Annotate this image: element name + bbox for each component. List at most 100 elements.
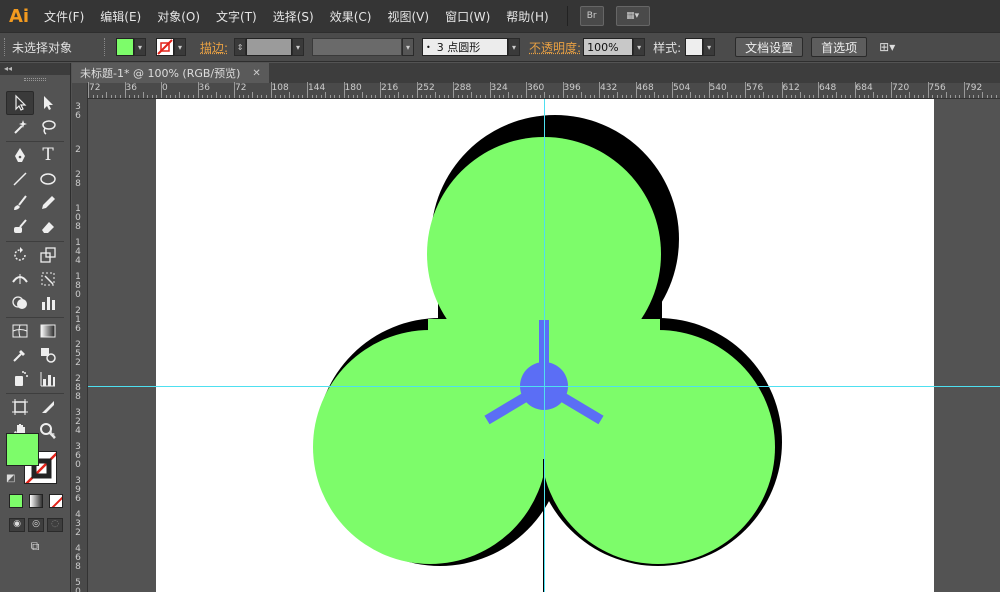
menu-object[interactable]: 对象(O)	[149, 8, 208, 25]
ruler-tick	[161, 82, 162, 98]
opacity-label[interactable]: 不透明度:	[529, 39, 581, 56]
selection-tool-icon[interactable]	[6, 91, 34, 115]
menu-view[interactable]: 视图(V)	[379, 8, 437, 25]
ruler-tick	[941, 95, 943, 98]
ruler-tick	[489, 82, 491, 98]
color-mode-button[interactable]	[9, 494, 23, 508]
gradient-tool-icon[interactable]	[34, 319, 62, 343]
free-transform-tool-icon[interactable]	[34, 267, 62, 291]
opacity-dropdown[interactable]: ▾	[633, 38, 646, 56]
profile-dropdown[interactable]: ▾	[402, 38, 415, 56]
stroke-swatch[interactable]	[156, 38, 174, 56]
document-tab[interactable]: 未标题-1* @ 100% (RGB/预览) ✕	[72, 63, 269, 83]
control-bar-grip[interactable]	[4, 38, 8, 56]
stroke-dropdown[interactable]: ▾	[174, 38, 186, 56]
pencil-tool-icon[interactable]	[34, 191, 62, 215]
blob-brush-tool-icon[interactable]	[6, 215, 34, 239]
ruler-tick	[608, 95, 610, 98]
pen-tool-icon[interactable]	[6, 143, 34, 167]
opacity-field[interactable]: 100%	[583, 38, 634, 56]
menu-help[interactable]: 帮助(H)	[498, 8, 556, 25]
align-options-icon[interactable]: ⊞▾	[879, 40, 895, 54]
symbol-sprayer-tool-icon[interactable]	[6, 367, 34, 391]
blend-tool-icon[interactable]	[34, 343, 62, 367]
menu-file[interactable]: 文件(F)	[36, 8, 92, 25]
scale-tool-icon[interactable]	[34, 243, 62, 267]
ruler-tick	[147, 95, 149, 98]
menu-effect[interactable]: 效果(C)	[322, 8, 380, 25]
ruler-tick	[585, 95, 587, 98]
brush-dropdown[interactable]: ▾	[508, 38, 521, 56]
ruler-tick	[922, 95, 924, 98]
variable-width-profile[interactable]	[312, 38, 403, 56]
ruler-tick	[913, 95, 915, 98]
paintbrush-tool-icon[interactable]	[6, 191, 34, 215]
menu-edit[interactable]: 编辑(E)	[92, 8, 149, 25]
draw-normal-icon[interactable]: ◉	[9, 518, 25, 532]
shape-builder-tool-icon[interactable]	[6, 291, 34, 315]
ruler-tick	[92, 95, 94, 98]
swap-fill-stroke-icon[interactable]: ↰	[48, 431, 56, 442]
fill-swatch[interactable]	[116, 38, 134, 56]
menu-divider	[566, 6, 568, 26]
artboard-tool-icon[interactable]	[6, 395, 34, 419]
lasso-tool-icon[interactable]	[34, 115, 62, 139]
ruler-tick	[594, 95, 596, 98]
ruler-tick	[763, 92, 765, 98]
draw-behind-icon[interactable]: ◎	[28, 518, 44, 532]
magic-wand-tool-icon[interactable]	[6, 115, 34, 139]
ruler-label: 2 5 2	[75, 340, 81, 368]
slice-tool-icon[interactable]	[34, 395, 62, 419]
ruler-label: 288	[454, 83, 472, 93]
canvas-area[interactable]	[88, 99, 1000, 592]
draw-inside-icon[interactable]: ◌	[47, 518, 63, 532]
width-tool-icon[interactable]	[6, 267, 34, 291]
stroke-label[interactable]: 描边:	[200, 39, 228, 56]
ruler-tick	[402, 95, 404, 98]
rotate-tool-icon[interactable]	[6, 243, 34, 267]
ruler-tick	[603, 95, 605, 98]
horizontal-ruler[interactable]: 72 36 0 36 72 108 144 180 216 252 288 324 360 396 432 4…	[88, 82, 1000, 99]
menu-select[interactable]: 选择(S)	[265, 8, 322, 25]
brush-definition[interactable]: • 3 点圆形	[422, 38, 509, 56]
graph-tool-icon[interactable]	[34, 291, 62, 315]
style-dropdown[interactable]: ▾	[703, 38, 716, 56]
preferences-button[interactable]: 首选项	[811, 37, 868, 57]
mesh-tool-icon[interactable]	[6, 319, 34, 343]
vertical-guide[interactable]	[544, 99, 545, 592]
stroke-weight-stepper[interactable]: ⇕	[234, 38, 247, 56]
fill-dropdown[interactable]: ▾	[134, 38, 146, 56]
arrange-documents-button[interactable]: ▦▾	[615, 6, 650, 26]
graphic-style-swatch[interactable]	[685, 38, 704, 56]
line-segment-tool-icon[interactable]	[6, 167, 34, 191]
menu-window[interactable]: 窗口(W)	[437, 8, 498, 25]
eraser-tool-icon[interactable]	[34, 215, 62, 239]
ruler-tick	[471, 92, 473, 98]
ruler-tick	[767, 95, 769, 98]
screen-mode-icon[interactable]: ⧉	[24, 539, 46, 553]
ruler-label: 36	[198, 83, 210, 93]
ruler-label: 5 0 4	[75, 578, 81, 592]
stroke-weight-field[interactable]	[246, 38, 293, 56]
column-graph-tool-icon[interactable]	[34, 367, 62, 391]
ruler-tick	[457, 95, 459, 98]
vertical-ruler[interactable]: 3 6 2 2 8 1 0 8 1 4 4 1 8 0 2 1 6 2 5 2 2 8 8 3 …	[72, 83, 88, 592]
ruler-tick	[110, 95, 112, 98]
ellipse-tool-icon[interactable]	[34, 167, 62, 191]
stroke-weight-dropdown[interactable]: ▾	[292, 38, 305, 56]
eyedropper-tool-icon[interactable]	[6, 343, 34, 367]
horizontal-guide[interactable]	[88, 386, 1000, 387]
direct-selection-tool-icon[interactable]	[34, 91, 62, 115]
default-fill-stroke-icon[interactable]: ◩	[6, 473, 15, 484]
none-mode-button[interactable]	[49, 494, 63, 508]
document-setup-button[interactable]: 文档设置	[735, 37, 804, 57]
type-tool-icon[interactable]: T	[34, 143, 62, 167]
menu-type[interactable]: 文字(T)	[208, 8, 265, 25]
ruler-tick	[959, 95, 961, 98]
bridge-button[interactable]: Br	[579, 6, 604, 26]
fill-color-box[interactable]	[6, 433, 39, 466]
close-tab-icon[interactable]: ✕	[252, 68, 260, 79]
gradient-mode-button[interactable]	[29, 494, 43, 508]
ruler-tick	[165, 95, 167, 98]
tools-panel-collapse[interactable]: ◂◂	[0, 63, 70, 75]
